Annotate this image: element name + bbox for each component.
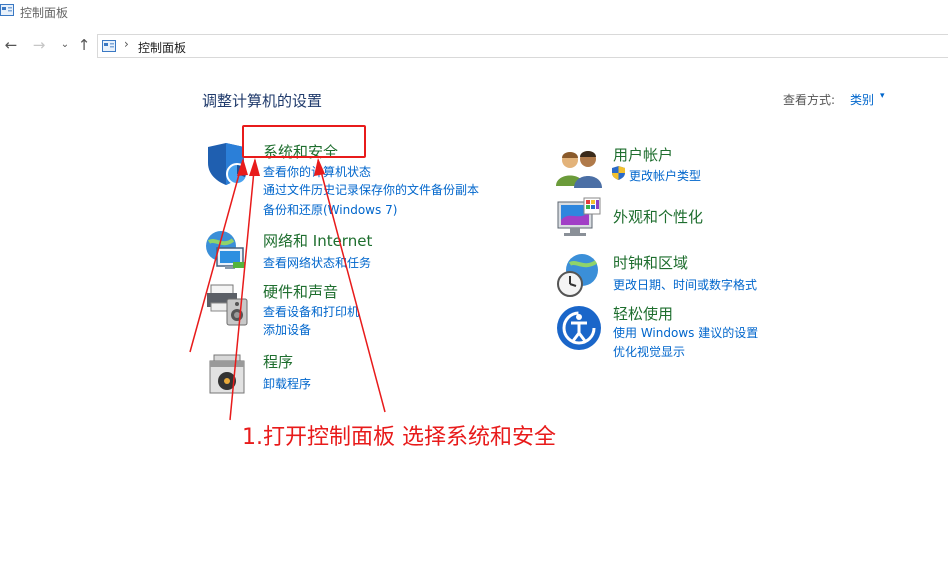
annotation-arrow-head [249,158,260,176]
annotation-arrow-line [189,159,244,353]
annotation-arrows [189,158,386,421]
annotation-arrow-line [229,159,256,421]
annotation-arrow-head [237,158,248,176]
annotation-arrow-line [317,159,386,413]
annotation-arrow-head [314,158,325,176]
annotation-text: 1.打开控制面板 选择系统和安全 [242,425,556,450]
